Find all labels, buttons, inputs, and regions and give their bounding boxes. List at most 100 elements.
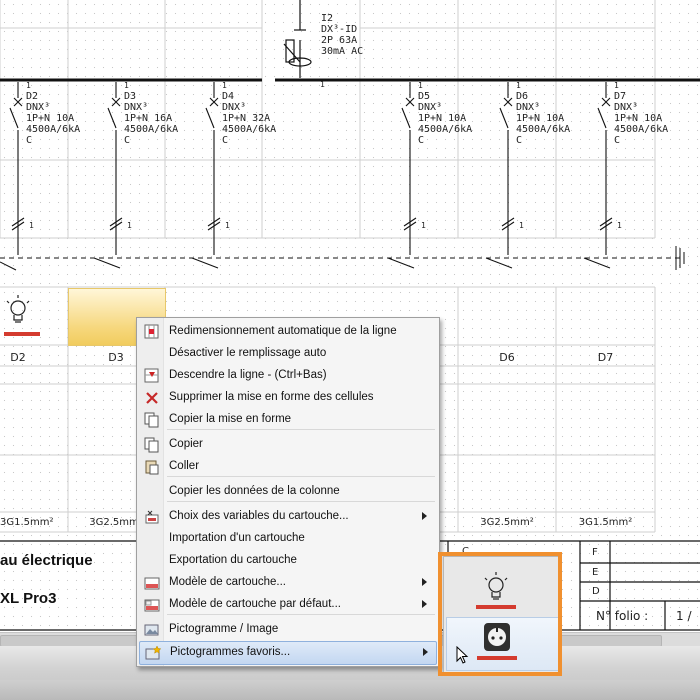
- circuit-poles: 1P+N 10A: [614, 113, 662, 124]
- circuit-ref: D7: [614, 91, 626, 102]
- menu-item-label: Modèle de cartouche par défaut...: [169, 598, 341, 610]
- main-breaker-model: DX³-ID: [321, 24, 357, 35]
- circuit-curve: C: [222, 135, 228, 146]
- cable-label-d6: 3G2.5mm²: [480, 517, 534, 528]
- menu-item[interactable]: Modèle de cartouche...: [139, 572, 435, 594]
- menu-item-label: Choix des variables du cartouche...: [169, 510, 349, 522]
- paste-icon: [144, 459, 160, 475]
- circuit-model: DNX³: [222, 102, 246, 113]
- menu-item[interactable]: Coller: [139, 456, 435, 478]
- circuit-capacity: 4500A/6kA: [418, 124, 472, 135]
- circuit-poles: 1P+N 10A: [418, 113, 466, 124]
- circuit-num: 1: [516, 81, 521, 90]
- circuit-poles: 1P+N 10A: [516, 113, 564, 124]
- circuit-ref: D2: [26, 91, 38, 102]
- menu-item-label: Copier les données de la colonne: [169, 485, 340, 497]
- title-block-subtitle: XL Pro3: [0, 590, 57, 607]
- menu-item-label: Copier la mise en forme: [169, 413, 292, 425]
- circuit-num: 1: [418, 81, 423, 90]
- circuit-model: DNX³: [26, 102, 50, 113]
- menu-item[interactable]: Pictogramme / Image: [139, 619, 435, 641]
- menu-item[interactable]: Pictogrammes favoris...: [139, 641, 437, 665]
- delete-x-icon: [144, 390, 160, 406]
- circuit-model: DNX³: [614, 102, 638, 113]
- menu-item-label: Pictogrammes favoris...: [170, 646, 291, 658]
- circuit-capacity: 4500A/6kA: [26, 124, 80, 135]
- submenu-arrow-icon: [422, 512, 427, 520]
- menu-item-label: Copier: [169, 438, 203, 450]
- menu-item[interactable]: Copier la mise en forme: [139, 409, 435, 431]
- circuit-num: 1: [614, 81, 619, 90]
- main-breaker-terminal: 1: [320, 80, 325, 89]
- wire-mark: 1: [127, 221, 132, 230]
- circuit-curve: C: [26, 135, 32, 146]
- circuit-curve: C: [418, 135, 424, 146]
- favorite-pictures-icon: [145, 645, 162, 661]
- circuit-num: 1: [26, 81, 31, 90]
- copy-icon: [144, 437, 160, 453]
- context-menu: Redimensionnement automatique de la lign…: [136, 317, 440, 667]
- circuit-capacity: 4500A/6kA: [222, 124, 276, 135]
- folio-label: N° folio :: [596, 609, 649, 623]
- circuit-curve: C: [516, 135, 522, 146]
- menu-item-label: Supprimer la mise en forme des cellules: [169, 391, 374, 403]
- folio-value: 1 /: [676, 609, 692, 623]
- circuit-capacity: 4500A/6kA: [516, 124, 570, 135]
- circuit-capacity: 4500A/6kA: [124, 124, 178, 135]
- menu-item[interactable]: Importation d'un cartouche: [139, 528, 435, 550]
- menu-item[interactable]: Descendre la ligne - (Ctrl+Bas): [139, 365, 435, 387]
- main-breaker-spec: 2P 63A: [321, 35, 357, 46]
- circuit-curve: C: [614, 135, 620, 146]
- menu-item[interactable]: Supprimer la mise en forme des cellules: [139, 387, 435, 409]
- circuit-model: DNX³: [124, 102, 148, 113]
- circuit-model: DNX³: [418, 102, 442, 113]
- menu-item-label: Désactiver le remplissage auto: [169, 347, 327, 359]
- wire-mark: 1: [421, 221, 426, 230]
- circuit-poles: 1P+N 10A: [26, 113, 74, 124]
- circuit-capacity: 4500A/6kA: [614, 124, 668, 135]
- menu-item[interactable]: Exportation du cartouche: [139, 550, 435, 572]
- title-block-title: au électrique: [0, 552, 93, 569]
- submenu-arrow-icon: [423, 648, 428, 656]
- wire-mark: 1: [617, 221, 622, 230]
- title-block-letter-e: E: [592, 567, 599, 578]
- wire-mark: 1: [225, 221, 230, 230]
- menu-item-label: Redimensionnement automatique de la lign…: [169, 325, 397, 337]
- circuit-ref: D4: [222, 91, 234, 102]
- menu-item-label: Importation d'un cartouche: [169, 532, 305, 544]
- circuit-model: DNX³: [516, 102, 540, 113]
- menu-item[interactable]: Choix des variables du cartouche...: [139, 506, 435, 528]
- menu-item-label: Modèle de cartouche...: [169, 576, 286, 588]
- circuit-num: 1: [124, 81, 129, 90]
- move-row-down-icon: [144, 368, 160, 384]
- circuit-num: 1: [222, 81, 227, 90]
- menu-item[interactable]: Redimensionnement automatique de la lign…: [139, 321, 435, 343]
- cell-label-d6: D6: [499, 351, 515, 364]
- menu-item[interactable]: Copier: [139, 434, 435, 456]
- cable-label-d7: 3G1.5mm²: [578, 517, 633, 528]
- mouse-cursor-icon: [456, 646, 469, 664]
- main-breaker-sensitivity: 30mA AC: [321, 46, 363, 57]
- main-breaker-ref: I2: [321, 13, 333, 24]
- circuit-ref: D6: [516, 91, 528, 102]
- menu-item-label: Coller: [169, 460, 200, 472]
- menu-item-label: Descendre la ligne - (Ctrl+Bas): [169, 369, 327, 381]
- picture-icon: [144, 622, 160, 638]
- circuit-poles: 1P+N 16A: [124, 113, 172, 124]
- menu-item[interactable]: Désactiver le remplissage auto: [139, 343, 435, 365]
- submenu-arrow-icon: [422, 600, 427, 608]
- menu-item[interactable]: Copier les données de la colonne: [139, 481, 435, 503]
- submenu-arrow-icon: [422, 578, 427, 586]
- title-block-letter-d: D: [592, 586, 600, 597]
- title-block-letter-f: F: [592, 547, 598, 558]
- cell-label-d7: D7: [597, 351, 614, 364]
- menu-item[interactable]: Modèle de cartouche par défaut...: [139, 594, 435, 616]
- copy-format-icon: [144, 412, 160, 428]
- wire-mark: 1: [519, 221, 524, 230]
- variables-icon: [144, 509, 160, 525]
- default-template-icon: [144, 597, 160, 613]
- circuit-ref: D5: [418, 91, 430, 102]
- cell-label-d2: D2: [10, 351, 26, 364]
- light-bulb-icon: [4, 295, 40, 336]
- circuit-ref: D3: [124, 91, 136, 102]
